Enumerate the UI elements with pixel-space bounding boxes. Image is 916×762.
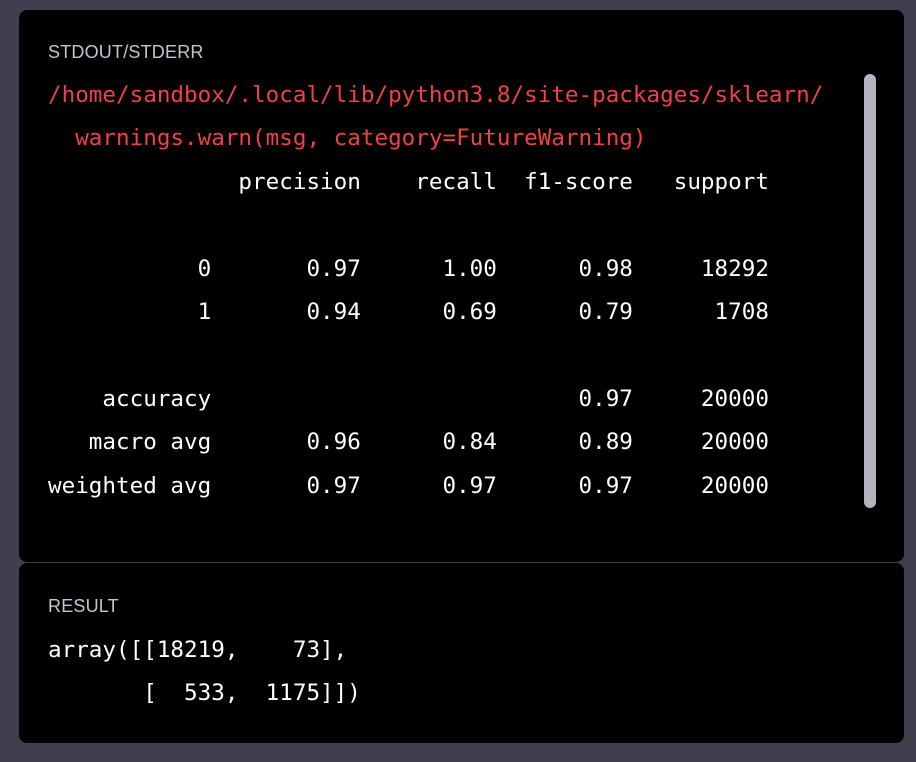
report-row-macro-avg: macro avg 0.96 0.84 0.89 20000 [48,429,769,456]
report-header-line: precision recall f1-score support [48,168,769,195]
result-output: array([[18219, 73], [ 533, 1175]]) [48,629,361,715]
warning-path-line: /home/sandbox/.local/lib/python3.8/site-… [48,82,824,108]
stdout-output: /home/sandbox/.local/lib/python3.8/site-… [48,74,863,508]
report-row-weighted-avg: weighted avg 0.97 0.97 0.97 20000 [48,472,769,499]
result-line: array([[18219, 73], [48,637,348,663]
result-panel: RESULT array([[18219, 73], [ 533, 1175]]… [19,563,904,743]
vertical-scrollbar[interactable] [864,74,876,508]
report-row-class-1: 1 0.94 0.69 0.79 1708 [48,298,769,325]
stdout-label: STDOUT/STDERR [48,42,204,62]
report-row-accuracy: accuracy 0.97 20000 [48,385,769,412]
report-row-class-0: 0 0.97 1.00 0.98 18292 [48,255,769,282]
stdout-panel: STDOUT/STDERR /home/sandbox/.local/lib/p… [19,10,904,562]
result-label: RESULT [48,596,119,616]
result-line: [ 533, 1175]]) [48,680,361,706]
warning-message-line: warnings.warn(msg, category=FutureWarnin… [48,125,647,152]
